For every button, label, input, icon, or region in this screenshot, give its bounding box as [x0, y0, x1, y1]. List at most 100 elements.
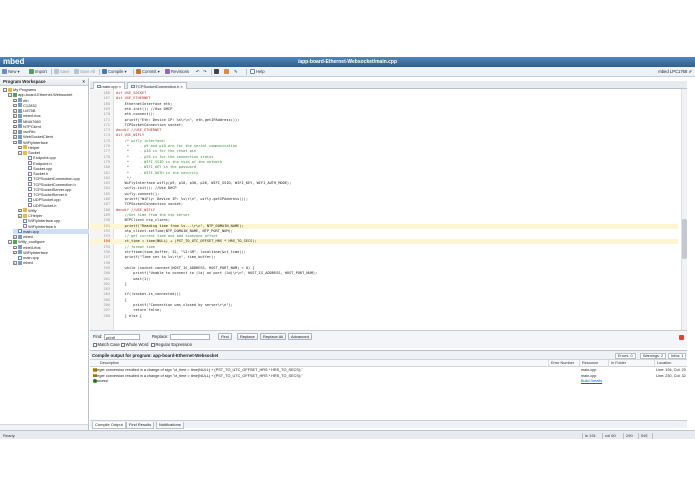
collapse-icon[interactable]: − — [18, 151, 22, 155]
tree-item-label: app-board-Ethernet-Websocket — [18, 92, 73, 98]
separator — [246, 69, 247, 75]
checkbox-icon — [93, 343, 97, 347]
program-icon — [12, 239, 17, 244]
code-text: * - p9 and p10 are for the serial commun… — [116, 144, 238, 148]
find-button[interactable]: Find — [218, 333, 232, 340]
tree-item-label: NTPClient — [23, 123, 41, 129]
expand-icon[interactable]: + — [13, 235, 17, 239]
errors-filter[interactable]: Errors: 0 — [615, 352, 636, 359]
advanced-button[interactable]: Advanced — [288, 333, 312, 340]
title-bar: mbed /app-board-Ethernet-Websocket/main.… — [0, 57, 695, 67]
code-editor[interactable]: 166 #if USE_SOCKET 167 #if USE_ETHERNET 168 … — [90, 89, 687, 330]
file-icon — [27, 176, 32, 181]
collapse-icon[interactable]: − — [13, 140, 17, 145]
help-label: Help — [256, 69, 265, 74]
code-text: * - p30 is for the reset pin — [116, 149, 197, 154]
tree-item-label: WiFlyInterface — [23, 249, 48, 255]
save-all-icon — [74, 69, 79, 74]
output-header: Compile output for program: app-board-Et… — [90, 351, 687, 360]
regex-checkbox[interactable]: Regular Expression — [151, 341, 192, 348]
output-description-text: Success! — [93, 379, 109, 384]
tree-item-label: Socket.h — [33, 171, 49, 176]
code-text: #endif //USE_ETHERNET — [116, 128, 162, 133]
output-column-headers: Description Error Number Resource In Fol… — [90, 360, 687, 367]
replace-all-button[interactable]: Replace All — [260, 333, 287, 340]
library-icon — [17, 108, 22, 113]
warnings-filter[interactable]: Warnings: 2 — [640, 352, 667, 359]
workspace-title: Program Workspace — [3, 79, 46, 84]
output-tab[interactable]: Find Results — [126, 421, 155, 429]
platform-selector[interactable]: mbed LPC1768 ✐ — [658, 67, 692, 77]
output-tab[interactable]: Compile Output — [92, 421, 126, 429]
expand-icon[interactable]: + — [18, 208, 22, 213]
wrench-icon[interactable]: ✎ — [234, 68, 238, 76]
expand-icon[interactable]: + — [13, 98, 17, 103]
revisions-button[interactable]: Revisions — [165, 68, 189, 76]
expand-icon[interactable]: + — [13, 261, 17, 265]
column-description[interactable]: Description — [98, 360, 119, 367]
replace-button[interactable]: Replace — [237, 333, 258, 340]
save-button[interactable]: Save — [54, 68, 70, 76]
column-resource[interactable]: Resource — [579, 360, 598, 367]
expand-icon[interactable]: + — [13, 119, 17, 124]
vertical-scrollbar[interactable] — [681, 89, 687, 330]
window-path: /app-board-Ethernet-Websocket/main.cpp — [297, 59, 398, 65]
match-case-checkbox[interactable]: Match Case — [93, 341, 120, 348]
whole-word-checkbox[interactable]: Whole Word — [121, 341, 148, 348]
revisions-label: Revisions — [171, 69, 190, 74]
binoculars-icon[interactable] — [214, 68, 220, 76]
redo-icon[interactable]: ↷ — [203, 68, 207, 76]
save-all-button[interactable]: Save All — [74, 68, 95, 76]
file-icon — [22, 218, 27, 223]
help-button[interactable]: Help — [250, 68, 265, 76]
expand-icon[interactable]: + — [13, 250, 17, 255]
expand-icon[interactable]: + — [13, 124, 17, 129]
header-file-icon — [27, 171, 32, 176]
commit-button[interactable]: Commit ▾ — [136, 68, 160, 76]
separator — [582, 432, 583, 439]
column-error-number[interactable]: Error Number — [548, 360, 574, 367]
expand-icon[interactable]: + — [13, 103, 17, 108]
find-input[interactable]: printf — [104, 333, 140, 340]
platform-label: mbed LPC1768 — [658, 69, 688, 74]
checkbox-icon — [121, 343, 125, 347]
replace-label: Replace: — [152, 334, 169, 339]
expand-icon[interactable]: + — [13, 109, 17, 113]
infos-filter[interactable]: Infos: 1 — [668, 352, 687, 359]
collapse-icon[interactable]: − — [8, 240, 12, 244]
toolbar: New ▾ Import Save Save All Compile ▾ Com… — [0, 67, 695, 77]
file-icon — [27, 187, 32, 192]
compile-button[interactable]: Compile ▾ — [102, 68, 127, 76]
library-icon — [17, 245, 22, 249]
expand-icon[interactable]: + — [18, 214, 22, 218]
replace-input[interactable] — [170, 333, 210, 340]
import-button[interactable]: Import — [29, 68, 47, 76]
code-text: #if USE_SOCKET — [116, 91, 147, 95]
column-location[interactable]: Location — [654, 360, 671, 367]
expand-icon[interactable]: + — [18, 145, 22, 150]
folder-icon — [7, 87, 12, 92]
expand-icon[interactable]: + — [13, 114, 17, 118]
close-icon[interactable]: × — [82, 78, 85, 86]
output-row[interactable]: Success! Build Details — [90, 379, 687, 385]
code-text: TCPSocketConnection socket; — [116, 202, 184, 207]
build-details-link[interactable]: Build Details — [581, 379, 602, 385]
collapse-icon[interactable]: − — [8, 93, 12, 97]
header-file-icon — [22, 224, 27, 228]
collapse-icon[interactable]: − — [3, 88, 7, 92]
new-button[interactable]: New ▾ — [2, 68, 20, 76]
editor-tab[interactable]: TCPSocketConnection.h × — [127, 82, 187, 89]
output-title: Compile output for program: app-board-Et… — [92, 353, 219, 358]
expand-icon[interactable]: + — [13, 130, 17, 134]
undo-icon[interactable]: ↶ — [196, 68, 200, 76]
code-text: wifly.init(); //Use DHCP — [116, 186, 177, 191]
tree-item[interactable]: + mbed — [13, 260, 33, 265]
expand-icon[interactable]: + — [13, 245, 17, 250]
expand-icon[interactable]: + — [13, 135, 17, 139]
column-in-folder[interactable]: In Folder — [608, 360, 626, 367]
editor-tab[interactable]: main.cpp × — [93, 82, 126, 89]
output-tab[interactable]: Notifications — [156, 421, 184, 429]
printer-icon[interactable] — [224, 68, 230, 76]
close-icon[interactable] — [679, 335, 684, 340]
scrollbar-thumb[interactable] — [681, 219, 687, 259]
